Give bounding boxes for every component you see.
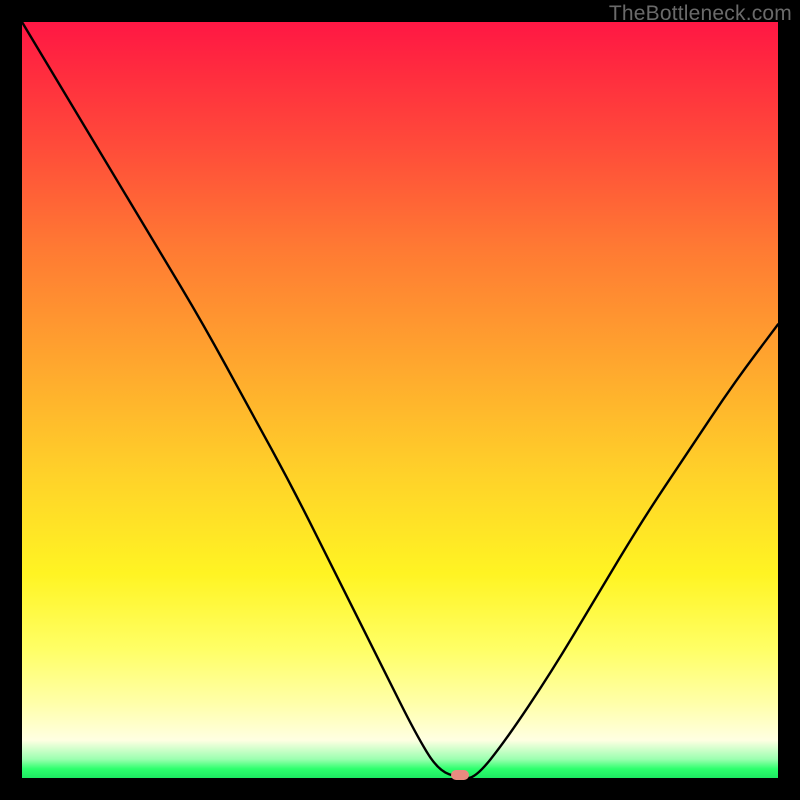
plot-area	[22, 22, 778, 778]
bottleneck-marker	[451, 770, 469, 780]
chart-frame: TheBottleneck.com	[0, 0, 800, 800]
bottleneck-curve	[22, 22, 778, 778]
